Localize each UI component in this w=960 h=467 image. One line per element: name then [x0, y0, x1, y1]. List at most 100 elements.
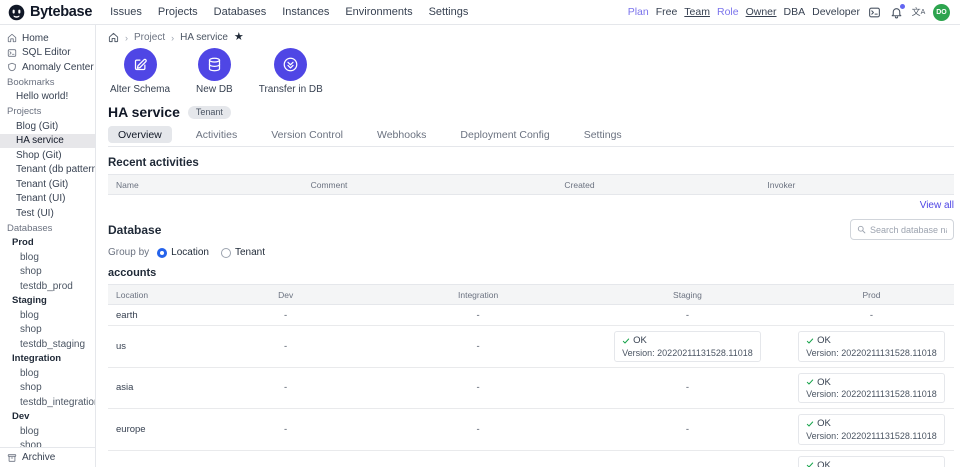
- breadcrumb: › Project › HA service ★: [108, 32, 954, 43]
- db-ok-card[interactable]: OKVersion: 20220211131528.11018: [798, 373, 945, 404]
- db-status-cell: -: [201, 326, 370, 368]
- nav-databases[interactable]: Databases: [214, 6, 267, 18]
- new-db-button[interactable]: New DB: [196, 48, 233, 95]
- transfer-in-db-button[interactable]: Transfer in DB: [259, 48, 323, 95]
- ok-label: OK: [817, 335, 831, 346]
- sidebar-db-prod-shop[interactable]: shop: [0, 265, 95, 280]
- location-cell: europe: [108, 409, 201, 451]
- database-search-input[interactable]: [870, 225, 947, 235]
- group-by-tenant[interactable]: Tenant: [221, 247, 265, 258]
- sidebar-db-staging-shop[interactable]: shop: [0, 323, 95, 338]
- sidebar-item-home[interactable]: Home: [0, 31, 95, 46]
- sidebar: HomeSQL EditorAnomaly CenterBookmarksHel…: [0, 25, 96, 467]
- nav-issues[interactable]: Issues: [110, 6, 142, 18]
- sidebar-db-dev-blog[interactable]: blog: [0, 424, 95, 439]
- accounts-row-europe: europe---OKVersion: 20220211131528.11018: [108, 409, 954, 451]
- db-status-cell: -: [370, 450, 586, 467]
- activities-table: NameCommentCreatedInvoker: [108, 174, 954, 195]
- sidebar-item-archive[interactable]: Archive: [0, 447, 95, 467]
- db-status-cell: OKVersion: 20220211131528.11018: [789, 367, 954, 409]
- tab-webhooks[interactable]: Webhooks: [367, 126, 436, 143]
- db-status-cell: -: [586, 305, 789, 326]
- bytebase-logo[interactable]: Bytebase: [8, 4, 92, 21]
- activities-col-name: Name: [108, 175, 303, 195]
- quick-action-label: New DB: [196, 84, 233, 95]
- role-chip-developer[interactable]: Developer: [812, 6, 860, 18]
- breadcrumb-separator: ›: [171, 33, 174, 43]
- breadcrumb-project[interactable]: Project: [134, 32, 165, 43]
- tab-activities[interactable]: Activities: [186, 126, 247, 143]
- nav-environments[interactable]: Environments: [345, 6, 412, 18]
- sidebar-project-shop-git[interactable]: Shop (Git): [0, 148, 95, 163]
- sidebar-db-staging-blog[interactable]: blog: [0, 308, 95, 323]
- home-icon: [7, 33, 17, 43]
- database-section-header: Database: [108, 219, 954, 240]
- nav-instances[interactable]: Instances: [282, 6, 329, 18]
- home-icon[interactable]: [108, 32, 119, 43]
- radio-icon: [157, 248, 167, 258]
- sidebar-item-anomaly-center[interactable]: Anomaly Center: [0, 60, 95, 75]
- db-status-cell: OKVersion: 20220211131528.11018: [789, 326, 954, 368]
- db-status-cell: -: [201, 409, 370, 451]
- sidebar-project-tenant-git[interactable]: Tenant (Git): [0, 177, 95, 192]
- tab-settings[interactable]: Settings: [574, 126, 632, 143]
- sidebar-project-test-ui[interactable]: Test (UI): [0, 206, 95, 221]
- db-status-cell: -: [370, 305, 586, 326]
- sidebar-db-dev-shop[interactable]: shop: [0, 439, 95, 448]
- radio-icon: [221, 248, 231, 258]
- bytebase-logo-icon: [8, 4, 25, 21]
- version-text: Version: 20220211131528.11018: [806, 431, 937, 441]
- role-chip-owner[interactable]: Owner: [746, 6, 777, 18]
- sidebar-db-prod-testdb-prod[interactable]: testdb_prod: [0, 279, 95, 294]
- bookmark-star-icon[interactable]: ★: [234, 32, 244, 43]
- archive-label: Archive: [22, 452, 55, 463]
- language-switch-icon[interactable]: 文A: [911, 5, 926, 20]
- nav-projects[interactable]: Projects: [158, 6, 198, 18]
- sidebar-db-integration-blog[interactable]: blog: [0, 366, 95, 381]
- breadcrumb-ha-service: HA service: [180, 32, 228, 43]
- sidebar-db-integration-shop[interactable]: shop: [0, 381, 95, 396]
- tab-overview[interactable]: Overview: [108, 126, 172, 143]
- db-ok-card[interactable]: OKVersion: 20220211131528.11018: [798, 456, 945, 467]
- sidebar-project-tenant-db-pattern[interactable]: Tenant (db pattern): [0, 163, 95, 178]
- accounts-col-integration: Integration: [370, 285, 586, 305]
- avatar[interactable]: DO: [933, 4, 950, 21]
- db-ok-card[interactable]: OKVersion: 20220211131528.11018: [798, 331, 945, 362]
- transfer-icon: [274, 48, 307, 81]
- projects-section-title: Projects: [0, 104, 95, 119]
- plan-chip-team[interactable]: Team: [684, 6, 710, 18]
- sidebar-db-staging-testdb-staging[interactable]: testdb_staging: [0, 337, 95, 352]
- group-by-location[interactable]: Location: [157, 247, 209, 258]
- db-status-cell: -: [789, 305, 954, 326]
- sql-console-icon[interactable]: [867, 5, 882, 20]
- check-icon: [806, 378, 814, 386]
- sidebar-project-tenant-ui[interactable]: Tenant (UI): [0, 192, 95, 207]
- sidebar-db-prod-blog[interactable]: blog: [0, 250, 95, 265]
- quick-action-label: Transfer in DB: [259, 84, 323, 95]
- radio-label: Tenant: [235, 247, 265, 258]
- top-right: Plan FreeTeam Role OwnerDBADeveloper 文A …: [628, 4, 950, 21]
- db-status-cell: -: [201, 305, 370, 326]
- archive-icon: [7, 453, 17, 463]
- env-group-integration: Integration: [0, 352, 95, 367]
- nav-settings[interactable]: Settings: [429, 6, 469, 18]
- bookmark-item-hello-world[interactable]: Hello world!: [0, 90, 95, 105]
- sidebar-project-blog-git[interactable]: Blog (Git): [0, 119, 95, 134]
- plan-chip-free[interactable]: Free: [656, 6, 678, 18]
- sidebar-item-sql-editor[interactable]: SQL Editor: [0, 46, 95, 61]
- sidebar-project-ha-service[interactable]: HA service: [0, 134, 95, 149]
- accounts-row-asia: asia---OKVersion: 20220211131528.11018: [108, 367, 954, 409]
- location-cell: mars: [108, 450, 201, 467]
- db-ok-card[interactable]: OKVersion: 20220211131528.11018: [798, 414, 945, 445]
- tab-version-control[interactable]: Version Control: [261, 126, 353, 143]
- env-group-prod: Prod: [0, 236, 95, 251]
- alter-schema-button[interactable]: Alter Schema: [110, 48, 170, 95]
- role-chip-dba[interactable]: DBA: [784, 6, 806, 18]
- sidebar-db-integration-testdb-integration[interactable]: testdb_integration: [0, 395, 95, 410]
- view-all-link[interactable]: View all: [108, 200, 954, 211]
- db-ok-card[interactable]: OKVersion: 20220211131528.11018: [614, 331, 761, 362]
- notification-bell-icon[interactable]: [889, 5, 904, 20]
- tab-deployment-config[interactable]: Deployment Config: [450, 126, 559, 143]
- database-search[interactable]: [850, 219, 954, 240]
- accounts-col-location: Location: [108, 285, 201, 305]
